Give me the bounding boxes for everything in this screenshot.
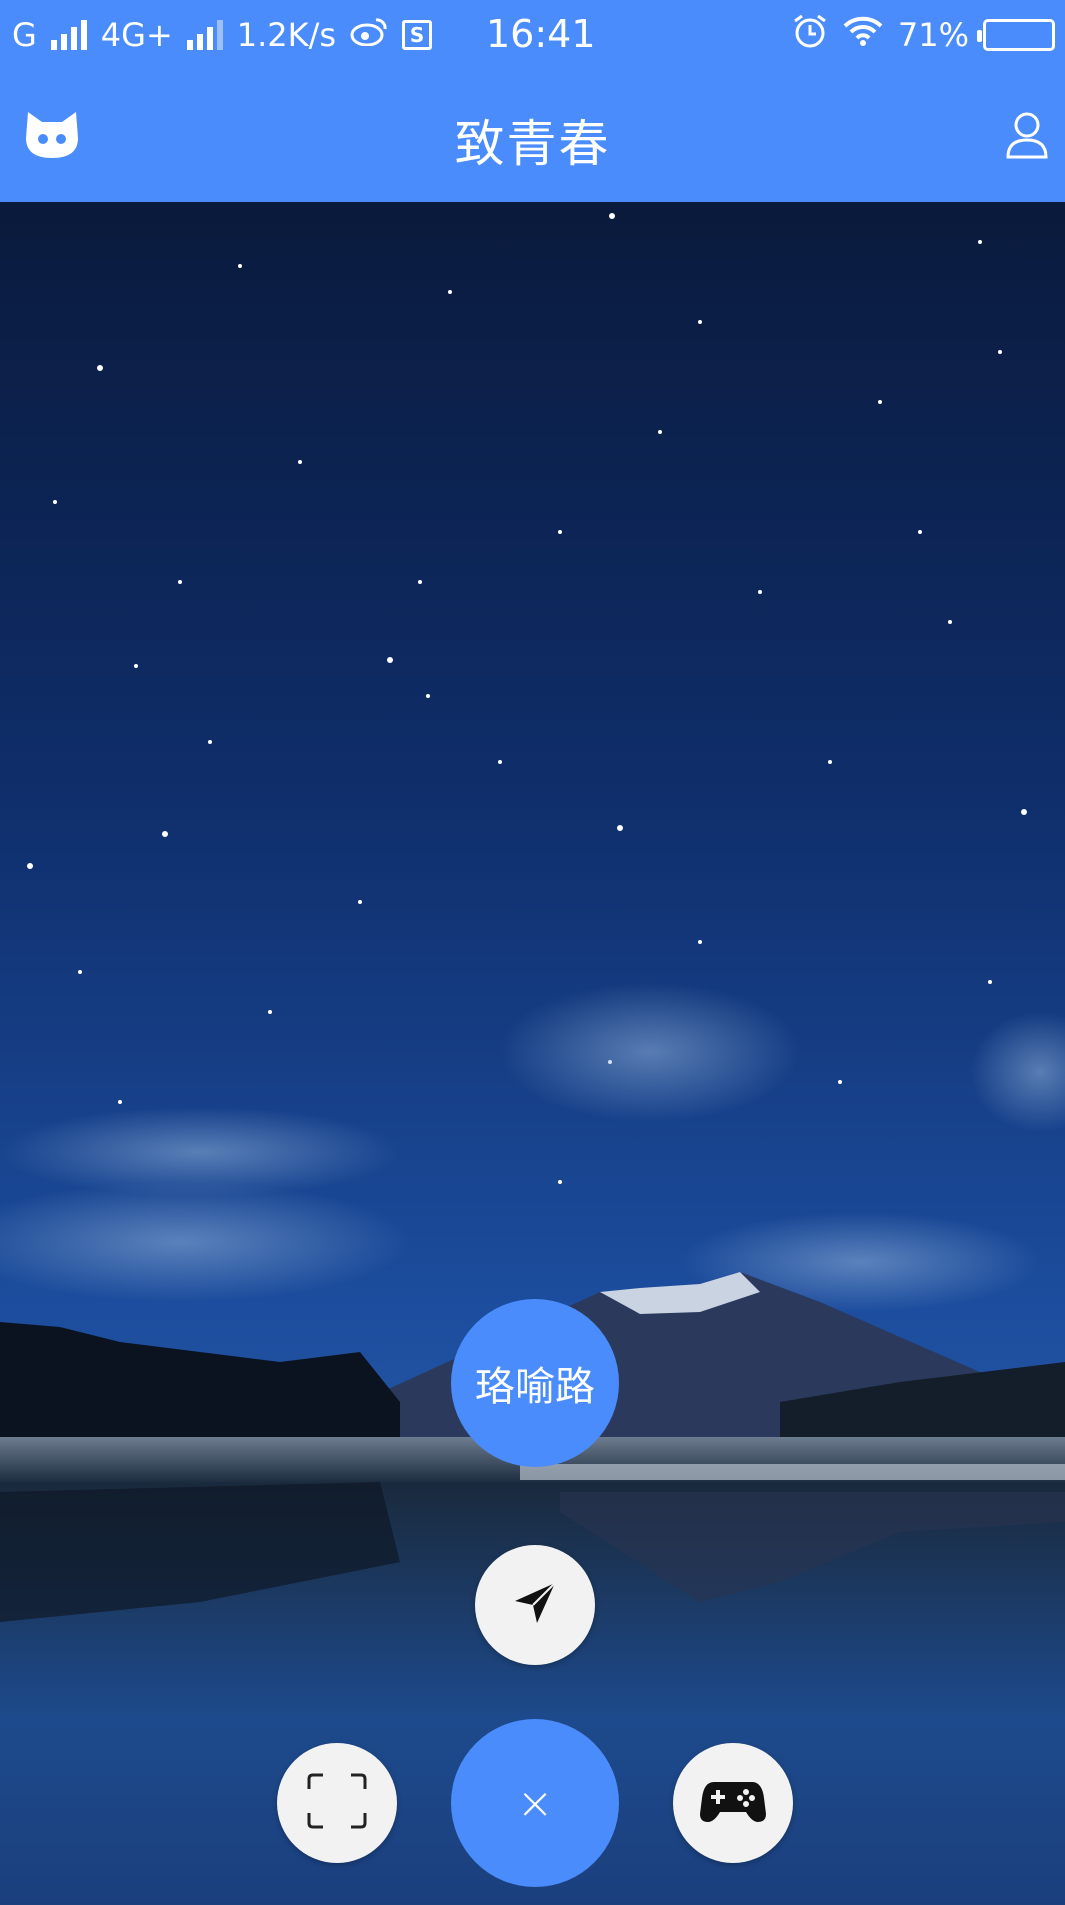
send-button[interactable] bbox=[475, 1545, 595, 1665]
page-title: 致青春 bbox=[454, 115, 611, 173]
net-speed: 1.2K/s bbox=[236, 16, 337, 54]
weibo-icon bbox=[350, 16, 388, 54]
location-name-button[interactable]: 珞喻路 bbox=[451, 1299, 619, 1467]
carrier-1-label: G bbox=[12, 16, 37, 54]
status-time: 16:41 bbox=[486, 12, 596, 56]
carrier-2-label: 4G+ bbox=[100, 16, 173, 54]
scan-button[interactable] bbox=[277, 1743, 397, 1863]
app-bar: 致青春 bbox=[0, 70, 1065, 202]
s-app-icon: S bbox=[402, 20, 433, 50]
signal-icon bbox=[50, 20, 87, 50]
wifi-icon bbox=[842, 15, 884, 55]
gamepad-icon bbox=[700, 1778, 766, 1828]
location-name-label: 珞喻路 bbox=[475, 1364, 595, 1410]
send-icon bbox=[511, 1579, 559, 1631]
close-menu-button[interactable]: × bbox=[451, 1719, 619, 1887]
game-button[interactable] bbox=[673, 1743, 793, 1863]
scan-icon bbox=[307, 1773, 367, 1833]
signal-2-icon bbox=[186, 20, 223, 50]
battery-percent: 71% bbox=[897, 16, 969, 54]
alarm-icon bbox=[792, 13, 828, 57]
profile-icon[interactable] bbox=[1005, 110, 1049, 160]
app-screen: G 4G+ 1.2K/s S 16:41 71% 致青春 珞喻路 × bbox=[0, 0, 1065, 1905]
status-bar: G 4G+ 1.2K/s S 16:41 71% bbox=[0, 0, 1065, 70]
battery-icon bbox=[977, 19, 1055, 51]
close-icon: × bbox=[516, 1777, 554, 1829]
